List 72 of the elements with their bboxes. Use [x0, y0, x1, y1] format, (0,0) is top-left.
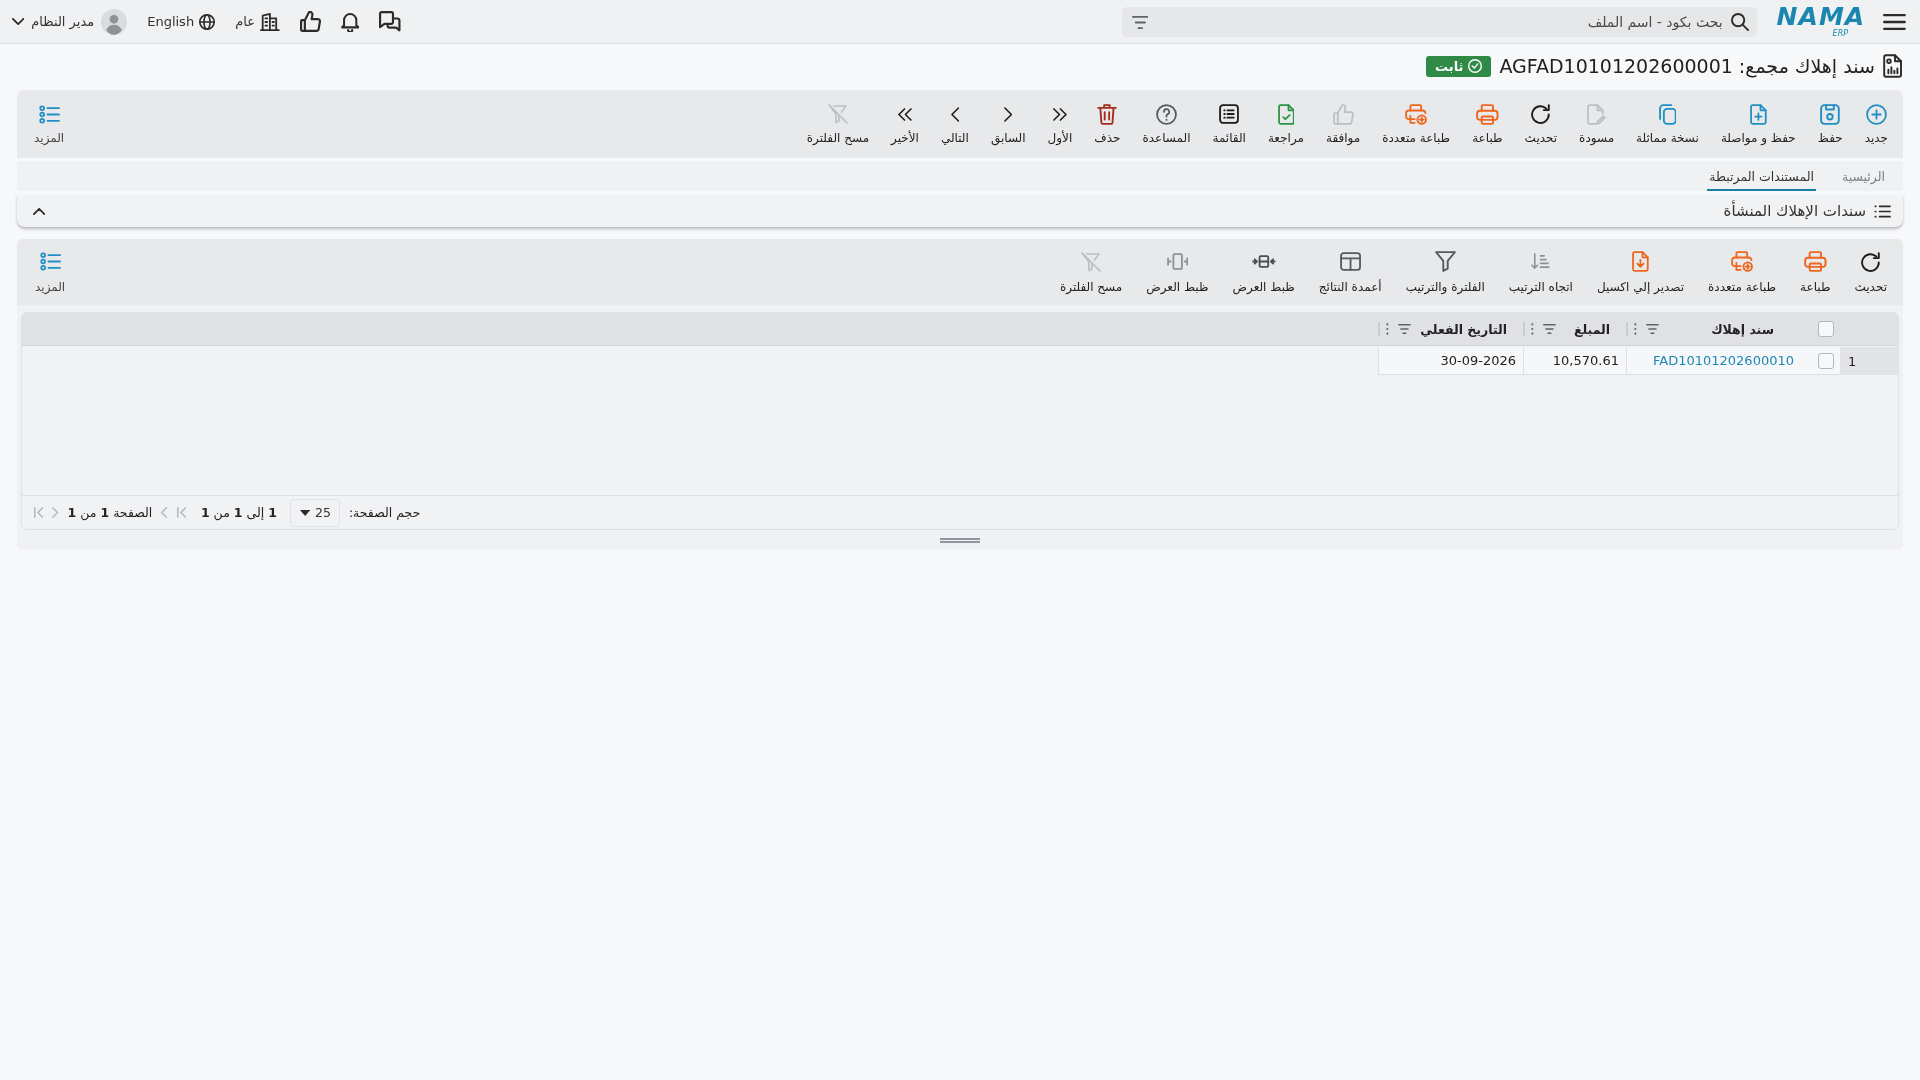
bell-icon[interactable]: [340, 11, 360, 32]
user-menu-button[interactable]: مدير النظام: [12, 8, 128, 35]
save-continue-button[interactable]: حفظ و مواصلة: [1709, 99, 1807, 149]
list-button[interactable]: القائمة: [1201, 99, 1257, 149]
fit-columns-button[interactable]: ظبط العرض: [1220, 246, 1307, 298]
voucher-link[interactable]: FAD10101202600010: [1653, 353, 1794, 368]
menu-icon[interactable]: [1883, 13, 1906, 30]
next-record-button[interactable]: التالي: [929, 99, 980, 149]
list-icon: [1874, 204, 1891, 218]
table-cell: 30-09-2026: [1378, 347, 1523, 375]
save-button[interactable]: حفظ: [1806, 99, 1854, 149]
new-button[interactable]: جديد: [1853, 99, 1899, 149]
tab[interactable]: الرئيسية: [1839, 161, 1887, 191]
column-header: التاريخ الفعلي: [1420, 321, 1507, 337]
report-icon: [1882, 54, 1902, 78]
row-number: 1: [1840, 347, 1898, 375]
fit-width-button[interactable]: ظبط العرض: [1134, 246, 1221, 298]
page-size-label: حجم الصفحة:: [348, 505, 421, 520]
review-button[interactable]: مراجعة: [1256, 99, 1315, 149]
company-button[interactable]: عام: [235, 12, 280, 31]
help-button[interactable]: المساعدة: [1131, 99, 1202, 149]
previous-record-button[interactable]: السابق: [979, 99, 1037, 149]
first-record-button[interactable]: الأول: [1036, 99, 1084, 149]
filter-icon[interactable]: [1645, 324, 1659, 334]
column-header: المبلغ: [1573, 321, 1610, 337]
print-button[interactable]: طباعة: [1788, 246, 1843, 298]
columns-button[interactable]: أعمدة النتائج: [1306, 246, 1394, 298]
page-title: سند إهلاك مجمع: AGFAD10101202600001: [1499, 55, 1875, 77]
globe-icon: [199, 13, 216, 30]
more-icon: [39, 252, 61, 271]
building-icon: [259, 12, 280, 31]
multi-print-button[interactable]: طباعة متعددة: [1696, 246, 1789, 298]
more-icon[interactable]: [1386, 323, 1389, 335]
logo-subtitle: ERP: [1832, 29, 1849, 38]
filter-button[interactable]: الفلترة والترتيب: [1393, 246, 1497, 298]
search-field[interactable]: بحث بكود - اسم الملف: [1121, 6, 1757, 37]
duplicate-button[interactable]: نسخة مماثلة: [1625, 99, 1710, 149]
section-title: سندات الإهلاك المنشأة: [1723, 202, 1867, 220]
more-icon: [38, 104, 60, 124]
more-button[interactable]: المزيد: [23, 246, 78, 298]
sort-direction-button[interactable]: اتجاه الترتيب: [1496, 246, 1585, 298]
thumbs-up-icon[interactable]: [299, 11, 321, 32]
chevron-up-icon[interactable]: [33, 207, 46, 215]
filter-icon[interactable]: [1131, 15, 1149, 29]
refresh-button[interactable]: تحديث: [1842, 246, 1899, 298]
chat-icon[interactable]: [379, 11, 401, 32]
logo-text: NAMA: [1776, 5, 1866, 29]
table-cell: 10,570.61: [1523, 347, 1626, 375]
caret-icon: [299, 509, 311, 516]
more-icon[interactable]: [1531, 323, 1534, 335]
more-button[interactable]: المزيد: [23, 99, 76, 149]
refresh-button[interactable]: تحديث: [1513, 99, 1569, 149]
column-header: سند إهلاك: [1711, 321, 1774, 337]
resize-handle[interactable]: [940, 537, 980, 543]
delete-button[interactable]: حذف: [1083, 99, 1132, 149]
row-checkbox[interactable]: [1818, 352, 1834, 369]
export-button[interactable]: تصدير إلي اكسيل: [1584, 246, 1697, 298]
print-button[interactable]: طباعة: [1461, 99, 1514, 149]
more-icon[interactable]: [1634, 323, 1637, 335]
status-badge: ثابت: [1426, 55, 1492, 77]
avatar-icon: [101, 8, 128, 35]
last-record-button[interactable]: الأخير: [880, 99, 930, 149]
language-button[interactable]: English: [147, 13, 216, 30]
tab[interactable]: المستندات المرتبطة: [1707, 161, 1816, 191]
search-icon: [1730, 12, 1749, 31]
filter-icon[interactable]: [1397, 324, 1411, 334]
select-all-checkbox[interactable]: [1818, 321, 1834, 337]
filter-icon[interactable]: [1542, 324, 1556, 334]
chevron-down-icon: [12, 18, 25, 25]
check-circle-icon: [1468, 59, 1483, 73]
multi-print-button[interactable]: طباعة متعددة: [1371, 99, 1462, 149]
page-size-select[interactable]: 25: [289, 498, 340, 527]
